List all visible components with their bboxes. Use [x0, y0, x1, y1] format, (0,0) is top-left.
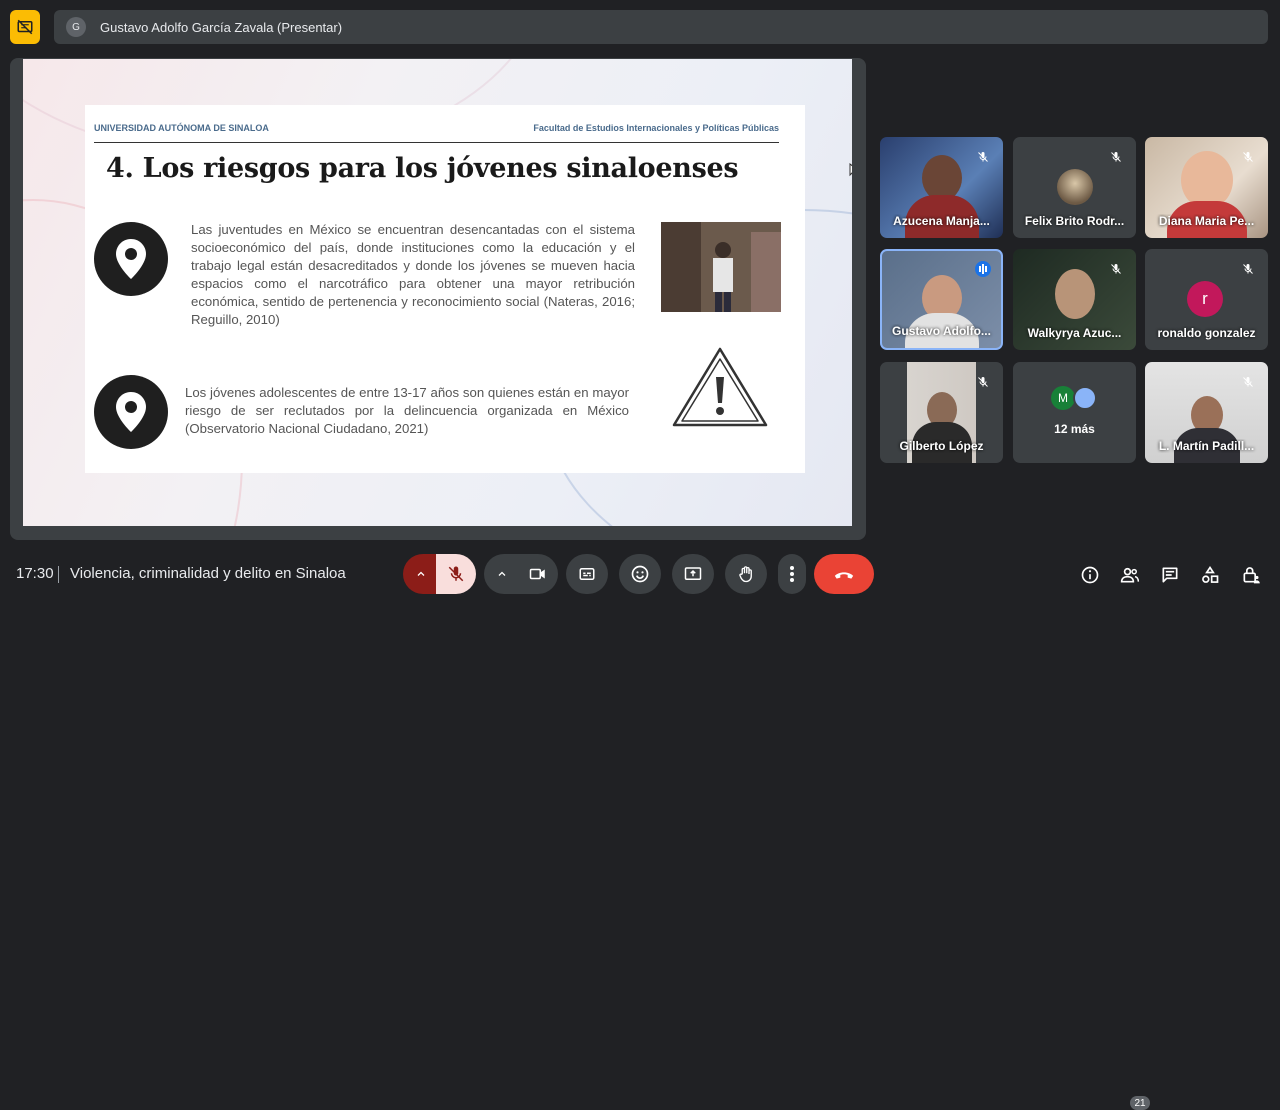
slide-card: UNIVERSIDAD AUTÓNOMA DE SINALOA Facultad… [85, 105, 805, 473]
university-label: UNIVERSIDAD AUTÓNOMA DE SINALOA [94, 123, 269, 133]
participant-avatar: r [1187, 281, 1223, 317]
present-screen-icon [684, 567, 702, 580]
location-pin-icon [94, 375, 168, 449]
participant-tile[interactable]: Felix Brito Rodr... [1013, 137, 1136, 238]
participant-avatar: M [1051, 386, 1075, 410]
chat-button[interactable] [1155, 560, 1185, 590]
mic-off-icon [978, 152, 988, 162]
chevron-up-icon [498, 571, 506, 576]
slide-paragraph-2: Los jóvenes adolescentes de entre 13-17 … [185, 385, 629, 436]
presentation-stage: UNIVERSIDAD AUTÓNOMA DE SINALOA Facultad… [10, 58, 866, 540]
chevron-up-icon [417, 571, 425, 576]
mic-off-icon [1111, 152, 1121, 162]
participant-avatar [1073, 386, 1097, 410]
presentation-chip[interactable]: G Gustavo Adolfo García Zavala (Presenta… [54, 10, 1268, 44]
people-button[interactable] [1115, 560, 1145, 590]
participant-name: Walkyrya Azuc... [1027, 326, 1122, 340]
info-icon [1081, 566, 1099, 584]
more-options-button[interactable] [778, 554, 806, 594]
lock-person-icon [1243, 567, 1260, 584]
more-participants-tile[interactable]: M 12 más [1013, 362, 1136, 463]
stop-presenting-button[interactable] [10, 10, 40, 44]
participant-name: Azucena Manja... [893, 214, 990, 228]
slide-photo [661, 222, 781, 312]
people-icon [1120, 567, 1140, 583]
captions-icon [579, 568, 595, 580]
divider [58, 566, 59, 583]
bottom-bar: 17:30 Violencia, criminalidad y delito e… [0, 548, 1280, 1110]
mic-off-icon [978, 377, 988, 387]
video-camera-icon [529, 568, 545, 580]
participant-tile[interactable]: r ronaldo gonzalez [1145, 249, 1268, 350]
hand-icon [739, 566, 752, 583]
raise-hand-button[interactable] [725, 554, 767, 594]
hang-up-icon [834, 572, 854, 579]
participant-name: Diana Maria Pe... [1158, 214, 1255, 228]
slide-paragraph-1: Las juventudes en México se encuentran d… [191, 222, 635, 327]
captions-button[interactable] [566, 554, 608, 594]
leave-call-button[interactable] [814, 554, 874, 594]
presenter-title: Gustavo Adolfo García Zavala (Presentar) [100, 19, 343, 35]
participant-tile[interactable]: L. Martín Padill... [1145, 362, 1268, 463]
participant-tile[interactable]: Diana Maria Pe... [1145, 137, 1268, 238]
mic-off-icon [1243, 377, 1253, 387]
mic-off-icon [1243, 264, 1253, 274]
shapes-icon [1202, 565, 1219, 583]
participant-name: Gilberto López [899, 439, 984, 453]
warning-icon [670, 345, 770, 434]
host-controls-button[interactable] [1236, 560, 1266, 590]
mic-off-icon [1111, 264, 1121, 274]
more-avatars: M [1051, 386, 1097, 410]
participant-grid: Azucena Manja... Felix Brito Rodr... Dia… [880, 137, 1268, 464]
faculty-label: Facultad de Estudios Internacionales y P… [533, 123, 779, 133]
more-participants-label: 12 más [1054, 422, 1095, 436]
presenter-avatar: G [66, 17, 86, 37]
chat-icon [1162, 567, 1178, 583]
mic-off-icon [1243, 152, 1253, 162]
participant-name: ronaldo gonzalez [1157, 326, 1256, 340]
participant-tile[interactable]: Gilberto López [880, 362, 1003, 463]
participant-tile[interactable]: Gustavo Adolfo... [880, 249, 1003, 350]
top-bar: G Gustavo Adolfo García Zavala (Presenta… [10, 10, 1268, 44]
clock: 17:30 [16, 565, 54, 582]
speaking-indicator-icon [975, 261, 991, 277]
present-off-icon [17, 19, 33, 35]
video-options-button[interactable] [484, 554, 520, 594]
mouse-cursor-icon [849, 162, 852, 182]
mic-off-icon [448, 566, 464, 582]
slide-title: 4. Los riesgos para los jóvenes sinaloen… [106, 153, 739, 184]
activities-button[interactable] [1195, 560, 1225, 590]
more-vertical-icon [790, 566, 794, 582]
header-divider [94, 142, 779, 143]
participant-avatar [1056, 169, 1093, 205]
audio-options-button[interactable] [403, 554, 439, 594]
meeting-details-button[interactable] [1075, 560, 1105, 590]
camera-button[interactable] [518, 554, 558, 594]
participant-tile[interactable]: Azucena Manja... [880, 137, 1003, 238]
people-count-badge: 21 [1130, 1096, 1150, 1110]
meeting-title: Violencia, criminalidad y delito en Sina… [70, 565, 346, 582]
microphone-button[interactable] [436, 554, 476, 594]
emoji-icon [631, 565, 649, 583]
participant-name: Gustavo Adolfo... [892, 324, 991, 338]
present-screen-button[interactable] [672, 554, 714, 594]
participant-name: L. Martín Padill... [1158, 439, 1255, 453]
location-pin-icon [94, 222, 168, 296]
participant-tile[interactable]: Walkyrya Azuc... [1013, 249, 1136, 350]
reactions-button[interactable] [619, 554, 661, 594]
slide: UNIVERSIDAD AUTÓNOMA DE SINALOA Facultad… [23, 59, 852, 526]
participant-name: Felix Brito Rodr... [1024, 214, 1125, 228]
participant-video [1054, 269, 1095, 319]
